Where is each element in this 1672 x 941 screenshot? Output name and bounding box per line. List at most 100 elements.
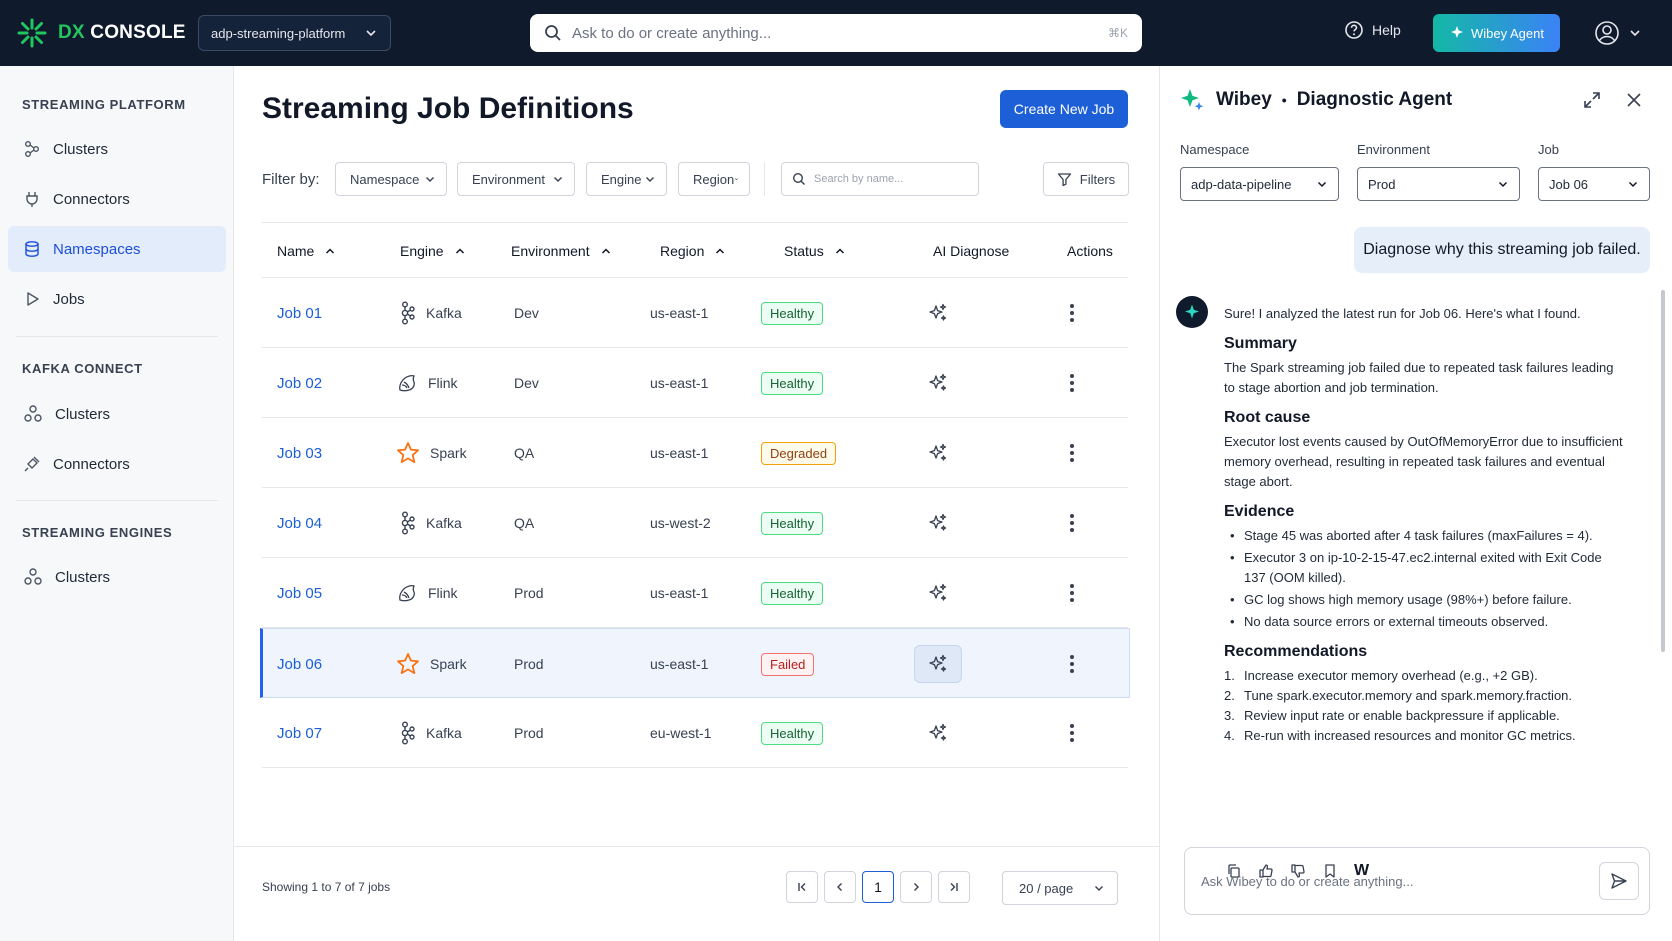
environment-value: Dev — [514, 305, 539, 321]
diagnostic-agent-panel: Wibey • Diagnostic Agent Namespace adp-d… — [1159, 66, 1672, 941]
actions-cell — [1063, 558, 1081, 628]
sidebar-item-kafka-connectors[interactable]: Connectors — [8, 441, 226, 487]
close-icon — [1627, 93, 1641, 107]
namespace-filter-label: Namespace — [350, 171, 420, 187]
job-link[interactable]: Job 06 — [277, 656, 322, 673]
job-link[interactable]: Job 05 — [277, 585, 322, 602]
snowflake-logo-icon — [17, 18, 47, 48]
ai-diagnose-button[interactable] — [914, 364, 962, 402]
sidebar-item-namespaces[interactable]: Namespaces — [8, 226, 226, 272]
job-link[interactable]: Job 07 — [277, 725, 322, 742]
agent-intro: Sure! I analyzed the latest run for Job … — [1224, 306, 1581, 321]
namespace-filter[interactable]: Namespace — [335, 162, 447, 196]
column-header-status[interactable]: Status — [784, 243, 846, 259]
wibey-agent-button[interactable]: Wibey Agent — [1433, 14, 1560, 52]
table-row[interactable]: Job 02 Flink Dev us-east-1 Healthy — [262, 348, 1128, 418]
create-new-job-button[interactable]: Create New Job — [1000, 90, 1128, 128]
row-actions-button[interactable] — [1063, 437, 1081, 469]
table-row[interactable]: Job 05 Flink Prod us-east-1 Healthy — [262, 558, 1128, 628]
namespace-label: Namespace — [1180, 142, 1250, 157]
panel-job-select[interactable]: Job 06 — [1538, 167, 1650, 201]
table-row[interactable]: Job 01 Kafka Dev us-east-1 Healthy — [262, 278, 1128, 348]
help-circle-icon — [1345, 21, 1363, 39]
row-actions-button[interactable] — [1063, 297, 1081, 329]
status-cell: Healthy — [761, 278, 824, 348]
row-actions-button[interactable] — [1063, 507, 1081, 539]
column-header-label: Actions — [1067, 243, 1113, 259]
job-link[interactable]: Job 01 — [277, 305, 322, 322]
jobs-table: Name Engine Environment Region Status AI… — [260, 222, 1130, 768]
sidebar-section-title: KAFKA CONNECT — [22, 361, 143, 376]
column-header-environment[interactable]: Environment — [511, 243, 612, 259]
panel-namespace-select[interactable]: adp-data-pipeline — [1180, 167, 1339, 201]
filters-button[interactable]: Filters — [1043, 162, 1129, 196]
ai-diagnose-button[interactable] — [914, 294, 962, 332]
job-search-input[interactable]: Search by name... — [781, 162, 979, 196]
last-page-button[interactable] — [938, 871, 970, 903]
row-actions-button[interactable] — [1063, 577, 1081, 609]
sidebar-item-jobs[interactable]: Jobs — [8, 276, 226, 322]
column-header-name[interactable]: Name — [277, 243, 336, 259]
prev-page-button[interactable] — [824, 871, 856, 903]
expand-button[interactable] — [1582, 90, 1602, 110]
sparkle-icon — [929, 373, 947, 391]
global-search[interactable]: Ask to do or create anything... ⌘K — [530, 14, 1142, 52]
row-actions-button[interactable] — [1063, 717, 1081, 749]
job-name-cell: Job 07 — [277, 698, 322, 768]
environment-value: Dev — [514, 375, 539, 391]
ai-diagnose-button[interactable] — [914, 714, 962, 752]
flink-icon — [399, 584, 415, 602]
table-row[interactable]: Job 04 Kafka QA us-west-2 Healthy — [262, 488, 1128, 558]
kafka-icon — [401, 511, 415, 535]
ai-diagnose-button[interactable] — [914, 434, 962, 472]
flink-icon — [399, 374, 415, 392]
table-row[interactable]: Job 07 Kafka Prod eu-west-1 Healthy — [262, 698, 1128, 768]
column-header-engine[interactable]: Engine — [400, 243, 466, 259]
panel-environment-select[interactable]: Prod — [1357, 167, 1520, 201]
close-panel-button[interactable] — [1624, 90, 1644, 110]
chat-input[interactable]: Ask Wibey to do or create anything... — [1184, 847, 1650, 915]
engine-label: Kafka — [426, 725, 462, 741]
ai-diagnose-button[interactable] — [914, 574, 962, 612]
ai-diagnose-button[interactable] — [914, 645, 962, 683]
filter-separator — [764, 162, 765, 196]
sidebar-item-clusters[interactable]: Clusters — [8, 126, 226, 172]
table-row[interactable]: Job 03 Spark QA us-east-1 Degraded — [262, 418, 1128, 488]
panel-scrollbar[interactable] — [1661, 290, 1665, 652]
ai-diagnose-cell — [914, 558, 962, 628]
first-page-button[interactable] — [786, 871, 818, 903]
environment-filter[interactable]: Environment — [457, 162, 575, 196]
region-filter[interactable]: Region — [678, 162, 750, 196]
job-link[interactable]: Job 04 — [277, 515, 322, 532]
next-page-button[interactable] — [900, 871, 932, 903]
sidebar-item-connectors[interactable]: Connectors — [8, 176, 226, 222]
actions-cell — [1063, 698, 1081, 768]
recommendation-text: Review input rate or enable backpressure… — [1244, 708, 1560, 723]
app-logo[interactable]: DX CONSOLE — [16, 17, 186, 49]
column-header-region[interactable]: Region — [660, 243, 726, 259]
row-actions-button[interactable] — [1063, 367, 1081, 399]
logo-accent: DX — [58, 22, 85, 43]
help-button[interactable]: Help — [1344, 20, 1401, 40]
per-page-select[interactable]: 20 / page — [1002, 871, 1118, 905]
evidence-item: No data source errors or external timeou… — [1224, 612, 1624, 632]
chevron-down-icon — [646, 177, 654, 182]
row-actions-button[interactable] — [1063, 648, 1081, 680]
job-name-cell: Job 06 — [277, 629, 322, 699]
job-link[interactable]: Job 03 — [277, 445, 322, 462]
sidebar-item-kafka-clusters[interactable]: Clusters — [8, 391, 226, 437]
ai-diagnose-button[interactable] — [914, 504, 962, 542]
sidebar-item-label: Jobs — [53, 290, 85, 308]
page-1-button[interactable]: 1 — [862, 871, 894, 903]
column-header-label: Status — [784, 243, 824, 259]
sidebar-item-engine-clusters[interactable]: Clusters — [8, 554, 226, 600]
environment-value: Prod — [514, 585, 544, 601]
table-row[interactable]: Job 06 Spark Prod us-east-1 Failed — [260, 628, 1130, 698]
evidence-item: Executor 3 on ip-10-2-15-47.ec2.internal… — [1224, 548, 1624, 588]
send-button[interactable] — [1599, 862, 1639, 900]
engine-label: Spark — [430, 656, 467, 672]
job-link[interactable]: Job 02 — [277, 375, 322, 392]
user-menu[interactable] — [1594, 20, 1642, 46]
namespace-select[interactable]: adp-streaming-platform — [198, 15, 391, 51]
engine-filter[interactable]: Engine — [586, 162, 667, 196]
